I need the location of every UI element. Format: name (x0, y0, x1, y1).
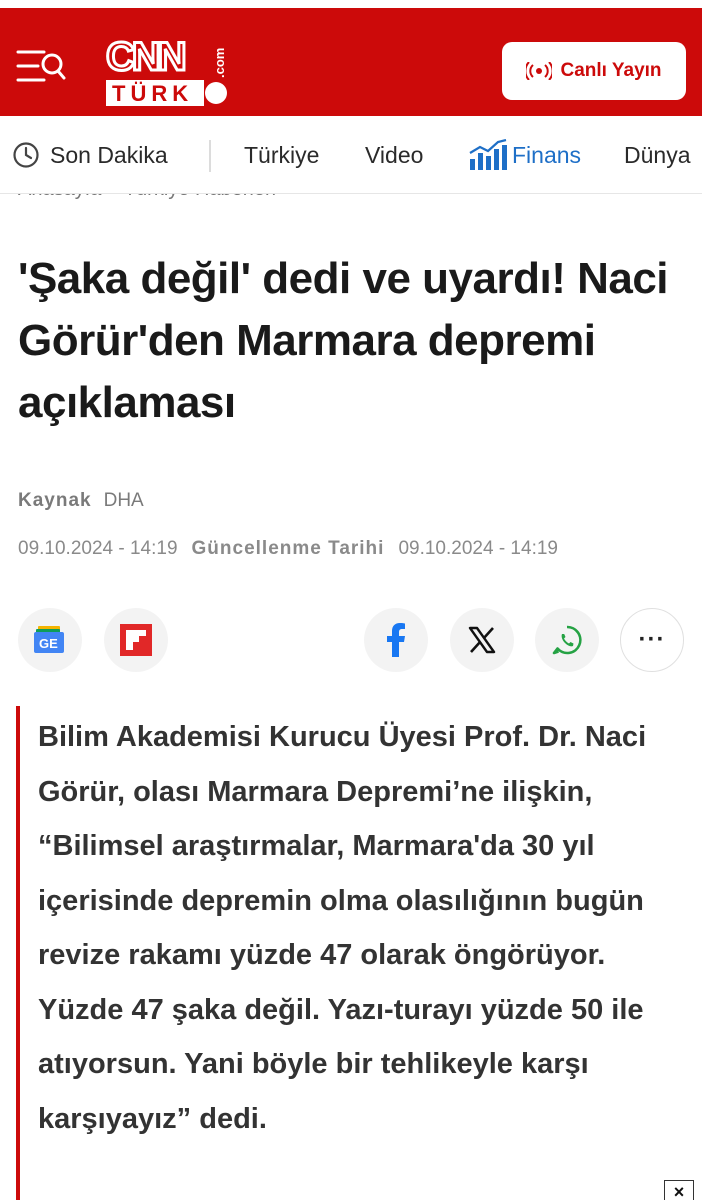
logo-turk-text: TÜRK (112, 81, 193, 106)
logo-cnn-text: CNN (106, 35, 185, 79)
source-value: DHA (103, 490, 144, 511)
close-icon: × (673, 1181, 685, 1200)
published-date: 09.10.2024 - 14:19 (18, 538, 178, 559)
live-broadcast-button[interactable]: Canlı Yayın (502, 42, 686, 100)
article-summary-text: Bilim Akademisi Kurucu Üyesi Prof. Dr. N… (38, 721, 647, 1135)
live-broadcast-label: Canlı Yayın (560, 60, 662, 81)
x-share-button[interactable] (450, 608, 514, 672)
clock-icon (13, 142, 39, 168)
article-dates: 09.10.2024 - 14:19 Güncellenme Tarihi 09.1… (18, 538, 558, 560)
nav-item-finans[interactable]: Finans (468, 116, 581, 194)
nav-label-dunya: Dünya (624, 141, 691, 168)
nav-item-turkiye[interactable]: Türkiye (244, 116, 319, 194)
article-summary: Bilim Akademisi Kurucu Üyesi Prof. Dr. N… (16, 706, 696, 1200)
nav-label-turkiye: Türkiye (244, 141, 320, 168)
nav-item-video[interactable]: Video (365, 116, 423, 194)
nav-item-son-dakika[interactable]: Son Dakika (12, 116, 168, 194)
article-source: Kaynak DHA (18, 490, 144, 512)
flipboard-icon (120, 624, 152, 656)
more-share-options-button[interactable]: ··· (620, 608, 684, 672)
flipboard-button[interactable] (104, 608, 168, 672)
nav-item-dunya[interactable]: Dünya (624, 116, 690, 194)
logo-com-text: .com (212, 48, 227, 78)
cnn-turk-logo[interactable]: CNN TÜRK .com (104, 30, 228, 110)
category-nav: Son Dakika Türkiye Video Finans Dünya (0, 116, 702, 194)
google-news-button[interactable]: GE (18, 608, 82, 672)
updated-date: 09.10.2024 - 14:19 (398, 538, 558, 559)
nav-label-video: Video (365, 141, 424, 168)
broadcast-icon (526, 62, 553, 80)
google-news-icon: GE (34, 626, 64, 653)
menu-search-icon[interactable] (16, 46, 68, 86)
x-icon (468, 626, 496, 654)
google-news-text: GE (39, 636, 58, 651)
whatsapp-share-button[interactable] (535, 608, 599, 672)
close-ad-button[interactable]: × (664, 1180, 694, 1200)
nav-label-finans: Finans (512, 141, 582, 168)
whatsapp-icon (552, 625, 582, 655)
nav-divider (209, 140, 211, 172)
source-label: Kaynak (18, 490, 92, 511)
facebook-icon (387, 623, 405, 657)
updated-label: Güncellenme Tarihi (191, 538, 385, 559)
facebook-share-button[interactable] (364, 608, 428, 672)
article-title: 'Şaka değil' dedi ve uyardı! Naci Görür'… (18, 254, 669, 427)
more-options-icon: ··· (638, 626, 666, 653)
site-header: CNN TÜRK .com Canlı Yayın (0, 8, 702, 116)
nav-label-son-dakika: Son Dakika (50, 141, 168, 168)
finance-chart-icon (469, 139, 507, 170)
